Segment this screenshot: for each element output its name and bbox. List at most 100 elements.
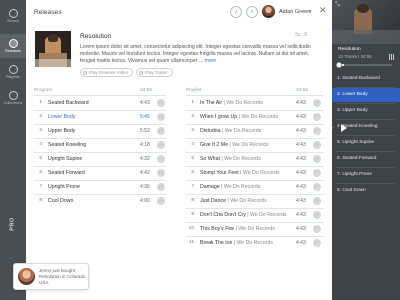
progress-handle[interactable] — [336, 62, 342, 68]
track-options-icon[interactable]: ⋯ — [157, 183, 165, 191]
track-options-icon[interactable]: ⋯ — [313, 155, 321, 163]
play-button[interactable]: 1:00 — [325, 122, 352, 136]
track-title-with-label: Don't Cha Don't Cry | We Do Records — [200, 209, 287, 221]
track-options-icon[interactable]: ⋯ — [313, 113, 321, 121]
playlist-track-row[interactable]: 6 Stomp Your Feet | We Do Records 4:43 ⋯ — [186, 167, 324, 179]
track-number: 5 — [191, 156, 194, 161]
pro-badge[interactable]: PRO — [0, 214, 26, 233]
track-duration: 4:43 — [296, 142, 306, 148]
track-title-with-label: Damage | We Do Records — [200, 181, 260, 193]
track-options-icon[interactable]: ⋯ — [313, 127, 321, 135]
list-icon[interactable]: ≡ — [304, 32, 309, 38]
queue-item[interactable]: 5. Upright Supine — [332, 136, 400, 150]
rail-item-search[interactable]: Search — [0, 4, 26, 28]
release-title: Resolution — [80, 33, 112, 40]
playlist-track-row[interactable]: 9 Don't Cha Don't Cry | We Do Records 4:43… — [186, 209, 324, 221]
playlist-track-row[interactable]: 11 Break The Ice | We Do Records 4:43 ⋯ — [186, 237, 324, 249]
track-options-icon[interactable]: ⋯ — [157, 99, 165, 107]
playlist-track-row[interactable]: 10 This Boy's Fire | We Do Records 4:43 ⋯ — [186, 223, 324, 235]
track-options-icon[interactable]: ⋯ — [313, 239, 321, 247]
more-link[interactable]: more — [204, 58, 216, 64]
track-number: 3 — [39, 128, 42, 133]
record-label: We Do Records — [224, 156, 261, 162]
track-number: 1 — [39, 100, 42, 105]
track-number: 8 — [191, 198, 194, 203]
collapse-icon[interactable]: ⤡ — [335, 2, 340, 8]
track-options-icon[interactable]: ⋯ — [313, 99, 321, 107]
player-panel: ⤡ Resolution 12 Tracks | 34:55 1. Seated… — [325, 0, 400, 300]
rail-item-collections[interactable]: Collections — [0, 86, 26, 110]
track-options-icon[interactable]: ⋯ — [157, 197, 165, 205]
avatar[interactable] — [262, 5, 275, 18]
track-options-icon[interactable]: ⋯ — [157, 169, 165, 177]
queue-item[interactable]: 1. Seated Backward — [332, 72, 400, 86]
record-label: We Do Records — [223, 184, 261, 190]
play-icon — [83, 70, 87, 75]
queue-item[interactable]: 3. Upper Body — [332, 104, 400, 118]
playlist-track-row[interactable]: 2 When I grow Up | We Do Records 4:43 ⋯ — [186, 111, 324, 123]
play-release-video-button[interactable]: Play Release Video — [80, 68, 134, 77]
track-title: Give It 2 Me — [200, 142, 228, 148]
playlist-track-row[interactable]: 3 Disturbia | We Do Records 4:43 ⋯ — [186, 125, 324, 137]
track-number: 4 — [191, 142, 194, 147]
program-track-row[interactable]: 8 Cool Down 4:00 ⋯ — [34, 195, 166, 207]
track-options-icon[interactable]: ⋯ — [313, 183, 321, 191]
player-progress-bar[interactable] — [338, 64, 392, 66]
track-options-icon[interactable]: ⋯ — [157, 127, 165, 135]
player-release-title: Resolution — [338, 47, 361, 52]
track-options-icon[interactable]: ⋯ — [157, 155, 165, 163]
close-icon[interactable]: ✕ — [319, 6, 327, 15]
queue-item[interactable]: 8. Cool Down — [332, 184, 400, 198]
track-options-icon[interactable]: ⋯ — [157, 141, 165, 149]
playlist-track-row[interactable]: 8 Just Dance | We Do Records 4:43 ⋯ — [186, 195, 324, 207]
playlist-track-row[interactable]: 7 Damage | We Do Records 4:43 ⋯ — [186, 181, 324, 193]
queue-item-label: 5. Upright Supine — [337, 140, 375, 145]
user-name[interactable]: Aidan Green — [279, 9, 310, 15]
playlist-track-row[interactable]: 4 Give It 2 Me | We Do Records 4:43 ⋯ — [186, 139, 324, 151]
track-duration: 4:43 — [296, 170, 306, 176]
track-options-icon[interactable]: ⋯ — [313, 225, 321, 233]
share-icon[interactable]: ⇆ — [295, 32, 301, 38]
purchase-notification[interactable]: Jenny just bought Resolution in Colorado… — [13, 263, 89, 290]
queue-item[interactable]: 7. Upright Prone — [332, 168, 400, 182]
search-button[interactable]: ⌕ — [246, 6, 258, 18]
track-duration: 4:43 — [140, 100, 150, 106]
track-title: Lower Body — [48, 114, 76, 120]
track-number: 11 — [189, 240, 194, 245]
program-track-row[interactable]: 5 Upright Supine 4:32 ⋯ — [34, 153, 166, 165]
playlist-track-row[interactable]: 1 In The Air | We Do Records 4:43 ⋯ — [186, 97, 324, 109]
chevron-down-icon[interactable]: ▾ — [309, 9, 312, 15]
track-options-icon[interactable]: ⋯ — [313, 211, 321, 219]
queue-item[interactable]: 6. Seated Forward — [332, 152, 400, 166]
program-track-row[interactable]: 1 Seated Backward 4:43 ⋯ — [34, 97, 166, 109]
play-trailer-button[interactable]: Play Trailer — [136, 68, 173, 77]
rail-item-playlists[interactable]: Playlists — [0, 60, 26, 84]
rail-item-label: Search — [6, 18, 20, 23]
track-number: 4 — [39, 142, 42, 147]
program-track-row[interactable]: 7 Upright Prone 4:36 ⋯ — [34, 181, 166, 193]
track-title: Seated Forward — [48, 170, 85, 176]
track-title-with-label: Stomp Your Feet | We Do Records — [200, 167, 279, 179]
release-actions[interactable]: ⇆ ≡ — [295, 31, 308, 38]
queue-item[interactable]: 2. Lower Body — [332, 88, 400, 102]
program-track-row[interactable]: 4 Seated Kneeling 4:18 ⋯ — [34, 139, 166, 151]
playlist-track-row[interactable]: 5 So What | We Do Records 4:43 ⋯ — [186, 153, 324, 165]
rail-item-releases[interactable]: Releases — [0, 34, 26, 58]
track-options-icon[interactable]: ⋯ — [313, 197, 321, 205]
program-track-row[interactable]: 3 Upper Body 5:53 ⋯ — [34, 125, 166, 137]
queue-menu-icon[interactable] — [389, 47, 395, 60]
playlists-icon — [8, 64, 18, 74]
track-duration: 4:00 — [140, 198, 150, 204]
program-track-row[interactable]: 2 Lower Body 5:45 ⋯ — [34, 111, 166, 123]
track-duration: 4:43 — [296, 212, 306, 218]
program-track-row[interactable]: 6 Seated Forward 4:42 ⋯ — [34, 167, 166, 179]
track-duration: 4:18 — [140, 142, 150, 148]
track-options-icon[interactable]: ⋯ — [313, 141, 321, 149]
track-options-icon[interactable]: ⋯ — [157, 113, 165, 121]
music-note-button[interactable]: ♪ — [230, 6, 242, 18]
track-options-icon[interactable]: ⋯ — [313, 169, 321, 177]
track-title: Disturbia — [200, 128, 221, 134]
collections-icon — [8, 90, 18, 100]
playlist-header-label: Playlist — [186, 88, 202, 93]
track-title-with-label: Disturbia | We Do Records — [200, 125, 261, 137]
